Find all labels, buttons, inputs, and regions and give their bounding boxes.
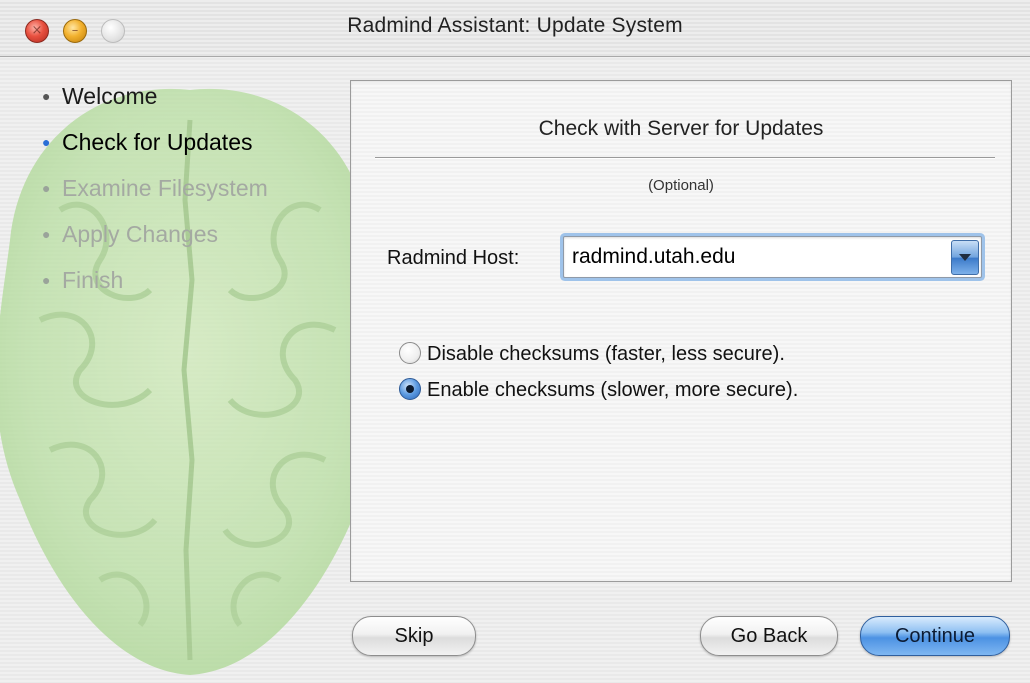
- step-current-icon: ●: [42, 133, 51, 150]
- radio-selected-dot: [406, 384, 414, 393]
- step-label: Welcome: [62, 83, 158, 109]
- radio-label: Enable checksums (slower, more secure).: [427, 379, 799, 401]
- step-finish: ● Finish: [42, 264, 268, 310]
- panel-heading: Check with Server for Updates: [538, 117, 824, 140]
- step-pending-icon: ●: [42, 271, 51, 288]
- step-welcome: ● Welcome: [42, 80, 268, 126]
- host-dropdown-button[interactable]: [951, 240, 979, 275]
- assistant-window: × – Radmind Assistant: Update System ● W…: [0, 0, 1030, 683]
- radio-enable-checksums[interactable]: [399, 377, 421, 400]
- step-label: Examine Filesystem: [62, 175, 268, 201]
- step-examine-filesystem: ● Examine Filesystem: [42, 172, 268, 218]
- content-panel: Check with Server for Updates (Optional)…: [350, 80, 1012, 582]
- radio-disable-checksums[interactable]: [399, 341, 421, 364]
- step-label: Apply Changes: [62, 221, 218, 247]
- skip-button[interactable]: Skip: [352, 616, 476, 656]
- title-bar[interactable]: × – Radmind Assistant: Update System: [0, 0, 1030, 57]
- radmind-host-combobox[interactable]: radmind.utah.edu: [563, 236, 982, 278]
- step-pending-icon: ●: [42, 225, 51, 242]
- enable-checksums-option[interactable]: Enable checksums (slower, more secure).: [399, 377, 799, 402]
- go-back-button[interactable]: Go Back: [700, 616, 838, 656]
- step-pending-icon: ●: [42, 179, 51, 196]
- continue-button[interactable]: Continue: [860, 616, 1010, 656]
- window-title: Radmind Assistant: Update System: [347, 14, 683, 37]
- step-list: ● Welcome ● Check for Updates ● Examine Fil…: [42, 80, 268, 310]
- radio-label: Disable checksums (faster, less secure).: [427, 343, 785, 365]
- optional-note: (Optional): [648, 177, 714, 194]
- radmind-host-input[interactable]: radmind.utah.edu: [572, 245, 735, 269]
- step-done-icon: ●: [42, 87, 51, 104]
- step-apply-changes: ● Apply Changes: [42, 218, 268, 264]
- divider: [375, 157, 995, 158]
- disable-checksums-option[interactable]: Disable checksums (faster, less secure).: [399, 341, 785, 366]
- chevron-down-icon: [959, 254, 971, 261]
- radmind-host-label: Radmind Host:: [387, 247, 520, 269]
- step-label: Finish: [62, 267, 124, 293]
- step-label: Check for Updates: [62, 129, 253, 155]
- step-check-for-updates: ● Check for Updates: [42, 126, 268, 172]
